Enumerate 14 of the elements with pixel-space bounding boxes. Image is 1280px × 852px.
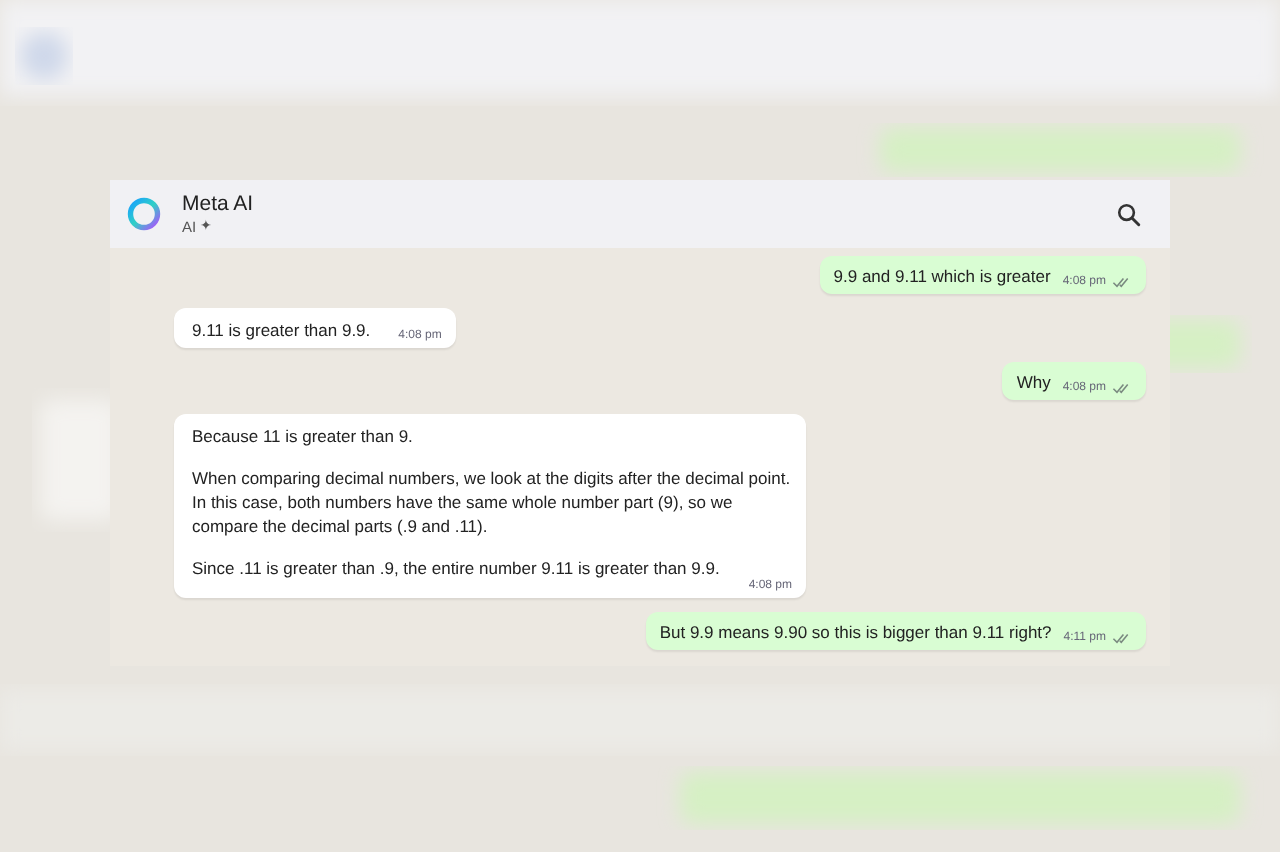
message-text: When comparing decimal numbers, we look at the digits after the decimal point. In this case, both numbers have the same whole number part (9), so we compare the decimal parts (.9 and .11).: [192, 466, 792, 538]
double-check-icon: [1112, 276, 1132, 288]
message-text: Why: [1016, 370, 1051, 394]
ring-icon: [126, 196, 162, 232]
double-check-icon: [1112, 632, 1132, 644]
double-check-icon: [1112, 382, 1132, 394]
message-text: Since .11 is greater than .9, the entire number 9.11 is greater than 9.9.: [192, 556, 722, 580]
search-icon[interactable]: [1116, 201, 1142, 227]
message-text: But 9.9 means 9.90 so this is bigger than 9.11 right?: [659, 620, 1052, 644]
message-text: 9.11 is greater than 9.9.: [192, 318, 371, 342]
blurred-avatar: [20, 32, 68, 80]
contact-name: Meta AI: [182, 191, 256, 217]
message-text: 9.9 and 9.11 which is greater: [833, 264, 1051, 288]
message-text: Because 11 is greater than 9.: [192, 424, 415, 448]
